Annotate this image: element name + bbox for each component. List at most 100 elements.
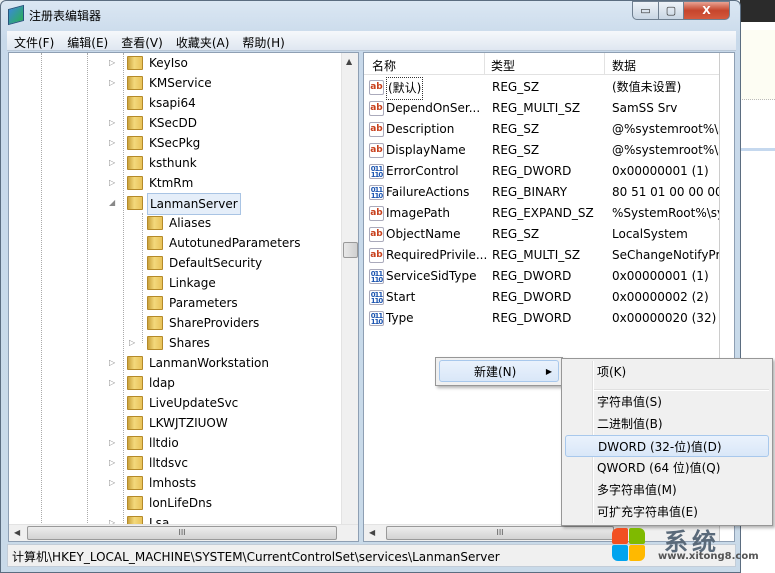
expand-toggle-icon[interactable]: ▷ <box>109 433 119 453</box>
folder-icon <box>127 376 143 390</box>
list-row[interactable]: ab (默认) REG_SZ (数值未设置) <box>368 77 734 100</box>
menu-edit[interactable]: 编辑(E) <box>60 31 114 51</box>
list-row[interactable]: ab Description REG_SZ @%systemroot%\sys <box>368 119 734 140</box>
menu-item-new[interactable]: 新建(N) ▶ <box>439 360 559 382</box>
list-hscroll-thumb[interactable]: III <box>386 526 614 540</box>
folder-icon <box>127 56 143 70</box>
column-name[interactable]: 名称 <box>372 57 396 75</box>
string-value-icon: ab <box>369 227 384 242</box>
tree-vertical-scrollbar[interactable]: ▲ <box>341 53 358 525</box>
tree-hscroll-thumb[interactable]: III <box>27 526 337 540</box>
binary-value-icon: 011 110 <box>369 290 384 305</box>
folder-icon <box>127 176 143 190</box>
value-name: ErrorControl <box>386 164 459 178</box>
list-row[interactable]: 011 110 ServiceSidType REG_DWORD 0x000000… <box>368 266 734 287</box>
expand-toggle-icon[interactable]: ▷ <box>109 73 119 93</box>
value-type: REG_DWORD <box>492 164 572 178</box>
value-type: REG_SZ <box>492 80 540 94</box>
string-value-icon: ab <box>369 143 384 158</box>
value-data: %SystemRoot%\syste <box>612 206 735 220</box>
scroll-left-icon[interactable]: ◀ <box>14 528 20 537</box>
menu-file[interactable]: 文件(F) <box>7 31 60 51</box>
expand-toggle-icon[interactable]: ▷ <box>109 113 119 133</box>
expand-toggle-icon[interactable]: ▷ <box>109 373 119 393</box>
watermark-logo: 系统 www.xitong8.com <box>612 522 772 570</box>
tree-horizontal-scrollbar[interactable]: ◀ III <box>9 524 358 541</box>
tree-item-label: Aliases <box>169 216 212 230</box>
list-row[interactable]: ab ImagePath REG_EXPAND_SZ %SystemRoot%\… <box>368 203 735 224</box>
menu-item-new-value[interactable]: 字符串值(S) <box>565 391 769 413</box>
tree-item-label: KeyIso <box>149 56 188 70</box>
menu-view[interactable]: 查看(V) <box>114 31 169 51</box>
folder-icon <box>147 236 163 250</box>
menu-item-new-value[interactable]: 多字符串值(M) <box>565 479 769 501</box>
expand-toggle-icon[interactable]: ▷ <box>109 453 119 473</box>
list-row[interactable]: 011 110 Type REG_DWORD 0x00000020 (32) <box>368 308 734 329</box>
value-name: Type <box>386 311 414 325</box>
value-type: REG_SZ <box>492 227 540 241</box>
tree-item-label: lmhosts <box>149 476 197 490</box>
expand-toggle-icon[interactable]: ▷ <box>109 473 119 493</box>
string-value-icon: ab <box>369 101 384 116</box>
value-name: DependOnSer... <box>386 101 481 115</box>
expand-toggle-icon[interactable]: ▷ <box>109 173 119 193</box>
tree-scroll-thumb[interactable] <box>343 242 358 258</box>
value-name: Description <box>386 122 455 136</box>
folder-icon <box>127 436 143 450</box>
value-type: REG_DWORD <box>492 269 572 283</box>
maximize-button[interactable]: ▢ <box>658 1 684 20</box>
value-type: REG_SZ <box>492 143 540 157</box>
context-menu: 新建(N) ▶ <box>435 357 563 386</box>
folder-icon <box>127 476 143 490</box>
folder-icon <box>127 356 143 370</box>
expand-toggle-icon[interactable]: ◢ <box>109 193 119 213</box>
folder-icon <box>127 136 143 150</box>
scroll-up-icon[interactable]: ▲ <box>346 57 352 66</box>
value-data: @%systemroot%\sys <box>612 143 735 157</box>
list-row[interactable]: 011 110 FailureActions REG_BINARY 80 51 0… <box>368 182 735 203</box>
close-button[interactable]: X <box>683 1 730 20</box>
menu-item-new-value[interactable]: 二进制值(B) <box>565 413 769 435</box>
list-row[interactable]: ab ObjectName REG_SZ LocalSystem <box>368 224 734 245</box>
binary-value-icon: 011 110 <box>369 185 384 200</box>
list-row[interactable]: ab DependOnSer... REG_MULTI_SZ SamSS Srv <box>368 98 734 119</box>
binary-value-icon: 011 110 <box>369 269 384 284</box>
expand-toggle-icon[interactable]: ▷ <box>109 353 119 373</box>
menu-favorites[interactable]: 收藏夹(A) <box>169 31 236 51</box>
list-row[interactable]: 011 110 ErrorControl REG_DWORD 0x00000001… <box>368 161 734 182</box>
value-type: REG_MULTI_SZ <box>492 101 581 115</box>
list-row[interactable]: 011 110 Start REG_DWORD 0x00000002 (2) <box>368 287 734 308</box>
expand-toggle-icon[interactable]: ▷ <box>109 133 119 153</box>
tree-item-label: LKWJTZIUOW <box>149 416 228 430</box>
registry-tree[interactable]: ▷ KeyIso ▷ KMService ksapi64 ▷ KSecDD ▷ KSecPkg ▷… <box>8 52 359 542</box>
folder-icon <box>127 416 143 430</box>
expand-toggle-icon[interactable]: ▷ <box>129 333 139 353</box>
scroll-left-icon[interactable]: ◀ <box>369 528 375 537</box>
menu-item-key[interactable]: 项(K) <box>565 361 769 383</box>
folder-icon <box>127 96 143 110</box>
expand-toggle-icon[interactable]: ▷ <box>109 53 119 73</box>
tree-item-label: Parameters <box>169 296 238 310</box>
menu-item-new-value[interactable]: 可扩充字符串值(E) <box>565 501 769 523</box>
value-data: (数值未设置) <box>612 80 682 94</box>
menu-item-new-value[interactable]: QWORD (64 位)值(Q) <box>565 457 769 479</box>
new-submenu: 项(K) 字符串值(S) 二进制值(B) DWORD (32-位)值(D) QWORD… <box>561 358 773 526</box>
value-data: 80 51 01 00 00 00 00 <box>612 185 735 199</box>
minimize-button[interactable]: ▭ <box>632 1 659 20</box>
list-row[interactable]: ab DisplayName REG_SZ @%systemroot%\sys <box>368 140 735 161</box>
menu-item-new-value[interactable]: DWORD (32-位)值(D) <box>565 435 769 457</box>
menu-help[interactable]: 帮助(H) <box>235 31 290 51</box>
column-data[interactable]: 数据 <box>612 57 636 75</box>
tree-item-label: LanmanWorkstation <box>149 356 269 370</box>
folder-icon <box>147 276 163 290</box>
value-name: FailureActions <box>386 185 470 199</box>
column-type[interactable]: 类型 <box>491 57 515 75</box>
expand-toggle-icon[interactable]: ▷ <box>109 153 119 173</box>
tree-item-label: KMService <box>149 76 212 90</box>
menu-bar: 文件(F) 编辑(E) 查看(V) 收藏夹(A) 帮助(H) <box>7 31 736 51</box>
tree-item-label: Linkage <box>169 276 216 290</box>
tree-item-label: KSecPkg <box>149 136 201 150</box>
list-row[interactable]: ab RequiredPrivile... REG_MULTI_SZ SeCha… <box>368 245 734 266</box>
folder-icon <box>127 196 143 210</box>
folder-icon <box>127 116 143 130</box>
